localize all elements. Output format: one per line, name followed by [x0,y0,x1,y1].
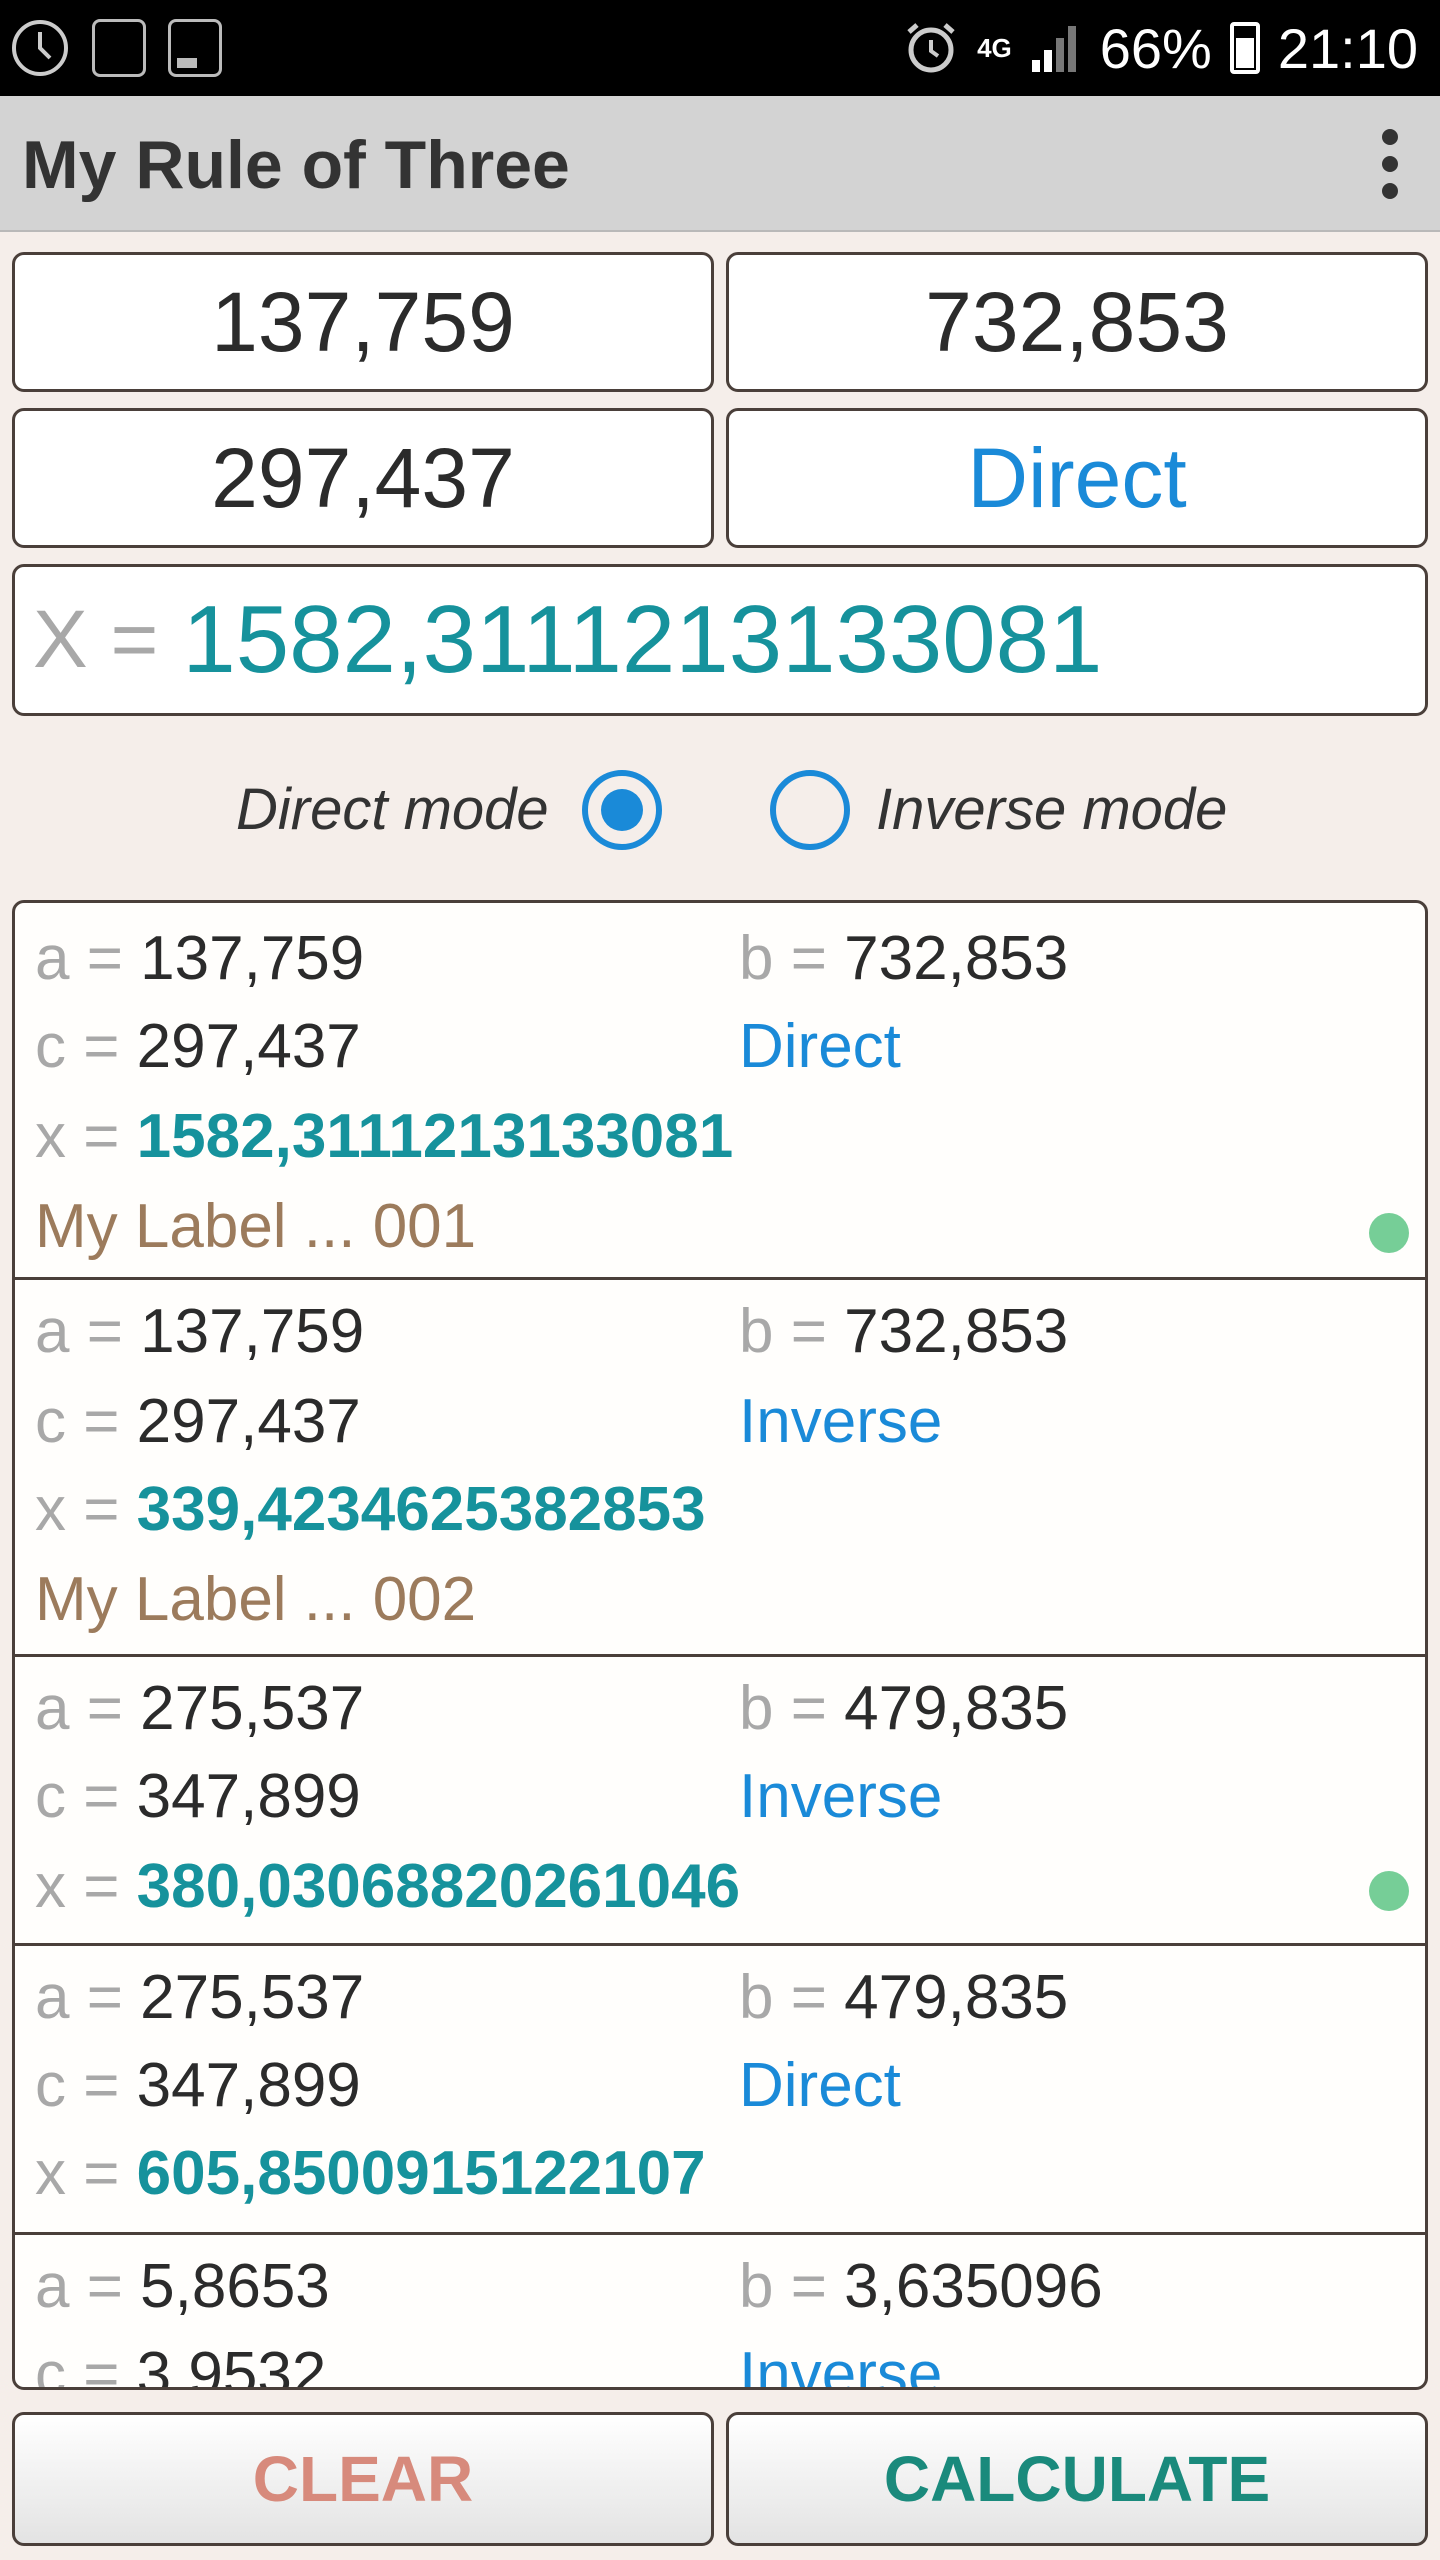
result-field: X = 1582,3111213133081 [12,564,1428,716]
entry-x: x = 1582,3111213133081 [35,1102,734,1171]
history-entry[interactable]: a = 137,759 b = 732,853 c = 297,437 Inve… [15,1280,1425,1657]
direct-mode-label[interactable]: Direct mode [236,776,549,843]
entry-b: b = 479,835 [739,1963,1069,2032]
radio-selected-dot [601,789,643,831]
clear-button[interactable]: CLEAR [12,2412,714,2546]
input-c[interactable]: 297,437 [12,408,714,548]
entry-x: x = 380,03068820261046 [35,1852,741,1921]
history-list[interactable]: a = 137,759 b = 732,853 c = 297,437 Dire… [12,900,1428,2390]
network-type: 4G [977,33,1012,63]
history-entry[interactable]: a = 137,759 b = 732,853 c = 297,437 Dire… [15,903,1425,1280]
entry-mode: Direct [739,1012,901,1081]
signal-icon [1031,26,1076,72]
entry-a: a = 5,8653 [35,2252,330,2321]
battery-icon [1229,22,1260,74]
calculate-button[interactable]: CALCULATE [726,2412,1428,2546]
clock-icon [12,20,68,76]
entry-c: c = 347,899 [35,1762,361,1831]
entry-a: a = 137,759 [35,924,365,993]
history-entry[interactable]: a = 275,537 b = 479,835 c = 347,899 Inve… [15,1657,1425,1946]
status-right-icons: 4G 66% 21:10 [903,0,1418,96]
input-b[interactable]: 732,853 [726,252,1428,392]
input-a[interactable]: 137,759 [12,252,714,392]
app-title: My Rule of Three [22,127,570,203]
entry-b: b = 479,835 [739,1674,1069,1743]
entry-b: b = 732,853 [739,1297,1069,1366]
result-label: X = [33,594,159,685]
entry-c: c = 297,437 [35,1012,361,1081]
mode-selector: Direct mode Inverse mode [0,760,1440,860]
inverse-mode-label[interactable]: Inverse mode [876,776,1227,843]
inverse-mode-radio[interactable] [770,770,850,850]
clock-time: 21:10 [1277,16,1418,80]
entry-mode: Inverse [739,1387,943,1456]
entry-c: c = 347,899 [35,2051,361,2120]
entry-x: x = 605,8500915122107 [35,2139,706,2208]
entry-mode: Inverse [739,2340,943,2390]
entry-a: a = 275,537 [35,1963,365,2032]
history-entry[interactable]: a = 275,537 b = 479,835 c = 347,899 Dire… [15,1946,1425,2235]
marked-indicator [1369,1213,1409,1253]
app-bar: My Rule of Three [0,96,1440,232]
direct-mode-radio[interactable] [582,770,662,850]
entry-label: My Label ... 002 [35,1565,477,1634]
alarm-icon [907,23,955,73]
entry-b: b = 732,853 [739,924,1069,993]
entry-c: c = 297,437 [35,1387,361,1456]
result-value: 1582,3111213133081 [182,586,1103,693]
screenshot-icon [168,19,222,77]
entry-x: x = 339,4234625382853 [35,1475,706,1544]
battery-percent: 66% [1099,16,1212,80]
notification-icon [92,19,146,77]
marked-indicator [1369,1871,1409,1911]
overflow-menu-icon[interactable] [1358,124,1422,204]
mode-display[interactable]: Direct [726,408,1428,548]
status-left-icons [10,18,222,78]
entry-b: b = 3,635096 [739,2252,1103,2321]
entry-mode: Inverse [739,1762,943,1831]
entry-a: a = 137,759 [35,1297,365,1366]
entry-a: a = 275,537 [35,1674,365,1743]
history-entry[interactable]: a = 5,8653 b = 3,635096 c = 3,9532 Inver… [15,2235,1425,2390]
entry-mode: Direct [739,2051,901,2120]
status-bar: 4G 66% 21:10 [0,0,1440,96]
entry-label: My Label ... 001 [35,1192,477,1261]
entry-c: c = 3,9532 [35,2340,327,2390]
